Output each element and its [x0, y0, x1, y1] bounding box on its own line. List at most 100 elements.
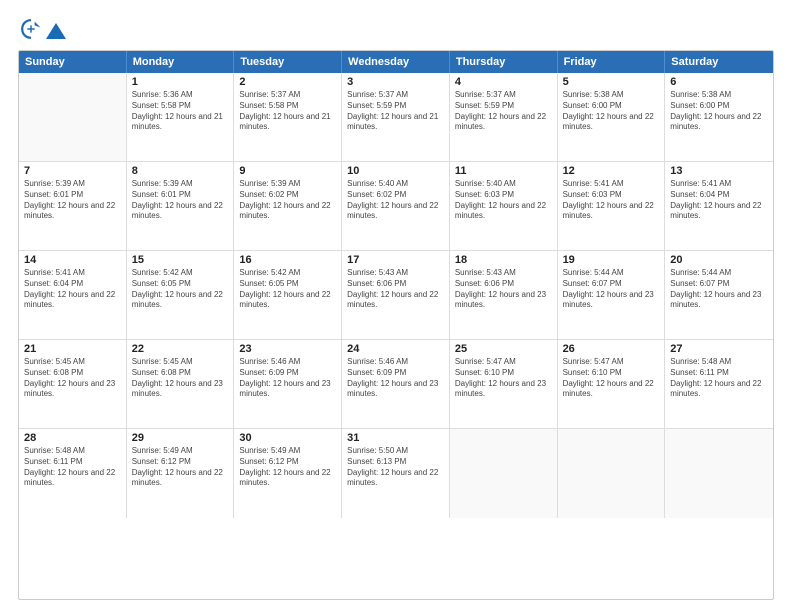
day-number: 19 — [563, 254, 660, 266]
day-number: 18 — [455, 254, 552, 266]
cell-info: Sunrise: 5:41 AMSunset: 6:04 PMDaylight:… — [670, 179, 768, 222]
calendar-cell: 3 Sunrise: 5:37 AMSunset: 5:59 PMDaylight… — [342, 73, 450, 161]
cell-info: Sunrise: 5:45 AMSunset: 6:08 PMDaylight:… — [132, 357, 229, 400]
logo-wordmark — [44, 20, 68, 38]
day-number: 11 — [455, 165, 552, 177]
cell-info: Sunrise: 5:37 AMSunset: 5:59 PMDaylight:… — [347, 90, 444, 133]
cell-info: Sunrise: 5:41 AMSunset: 6:04 PMDaylight:… — [24, 268, 121, 311]
cell-info: Sunrise: 5:37 AMSunset: 5:59 PMDaylight:… — [455, 90, 552, 133]
logo-triangle — [45, 20, 67, 42]
calendar-cell — [19, 73, 127, 161]
day-number: 1 — [132, 76, 229, 88]
calendar-cell: 31 Sunrise: 5:50 AMSunset: 6:13 PMDayligh… — [342, 429, 450, 518]
day-number: 26 — [563, 343, 660, 355]
header-day-sunday: Sunday — [19, 51, 127, 73]
calendar-header: SundayMondayTuesdayWednesdayThursdayFrid… — [19, 51, 773, 73]
day-number: 4 — [455, 76, 552, 88]
calendar-cell: 28Sunrise: 5:48 AMSunset: 6:11 PMDayligh… — [19, 429, 127, 518]
calendar-cell: 17Sunrise: 5:43 AMSunset: 6:06 PMDayligh… — [342, 251, 450, 339]
cell-info: Sunrise: 5:40 AMSunset: 6:03 PMDaylight:… — [455, 179, 552, 222]
calendar-cell: 25Sunrise: 5:47 AMSunset: 6:10 PMDayligh… — [450, 340, 558, 428]
cell-info: Sunrise: 5:39 AMSunset: 6:01 PMDaylight:… — [24, 179, 121, 222]
day-number: 2 — [239, 76, 336, 88]
header-day-thursday: Thursday — [450, 51, 558, 73]
calendar-cell: 1 Sunrise: 5:36 AMSunset: 5:58 PMDaylight… — [127, 73, 235, 161]
calendar-cell: 13Sunrise: 5:41 AMSunset: 6:04 PMDayligh… — [665, 162, 773, 250]
calendar-cell: 10Sunrise: 5:40 AMSunset: 6:02 PMDayligh… — [342, 162, 450, 250]
day-number: 29 — [132, 432, 229, 444]
calendar-cell: 9Sunrise: 5:39 AMSunset: 6:02 PMDaylight… — [234, 162, 342, 250]
cell-info: Sunrise: 5:45 AMSunset: 6:08 PMDaylight:… — [24, 357, 121, 400]
calendar-row-5: 28Sunrise: 5:48 AMSunset: 6:11 PMDayligh… — [19, 429, 773, 518]
calendar-cell: 16 Sunrise: 5:42 AMSunset: 6:05 PMDayligh… — [234, 251, 342, 339]
calendar-cell: 4 Sunrise: 5:37 AMSunset: 5:59 PMDaylight… — [450, 73, 558, 161]
day-number: 28 — [24, 432, 121, 444]
calendar-cell — [450, 429, 558, 518]
day-number: 16 — [239, 254, 336, 266]
cell-info: Sunrise: 5:43 AMSunset: 6:06 PMDaylight:… — [455, 268, 552, 311]
cell-info: Sunrise: 5:47 AMSunset: 6:10 PMDaylight:… — [455, 357, 552, 400]
calendar-cell: 8 Sunrise: 5:39 AMSunset: 6:01 PMDaylight… — [127, 162, 235, 250]
day-number: 7 — [24, 165, 121, 177]
day-number: 23 — [239, 343, 336, 355]
calendar-cell: 18 Sunrise: 5:43 AMSunset: 6:06 PMDayligh… — [450, 251, 558, 339]
logo — [18, 18, 68, 40]
cell-info: Sunrise: 5:42 AMSunset: 6:05 PMDaylight:… — [239, 268, 336, 311]
cell-info: Sunrise: 5:46 AMSunset: 6:09 PMDaylight:… — [347, 357, 444, 400]
calendar-body: 1 Sunrise: 5:36 AMSunset: 5:58 PMDaylight… — [19, 73, 773, 518]
calendar-cell — [558, 429, 666, 518]
day-number: 14 — [24, 254, 121, 266]
day-number: 15 — [132, 254, 229, 266]
cell-info: Sunrise: 5:49 AMSunset: 6:12 PMDaylight:… — [132, 446, 229, 489]
calendar-cell: 27Sunrise: 5:48 AMSunset: 6:11 PMDayligh… — [665, 340, 773, 428]
calendar-cell: 23 Sunrise: 5:46 AMSunset: 6:09 PMDayligh… — [234, 340, 342, 428]
calendar-row-2: 7 Sunrise: 5:39 AMSunset: 6:01 PMDaylight… — [19, 162, 773, 251]
header — [18, 18, 774, 40]
calendar: SundayMondayTuesdayWednesdayThursdayFrid… — [18, 50, 774, 600]
logo-icon — [20, 18, 42, 40]
cell-info: Sunrise: 5:50 AMSunset: 6:13 PMDaylight:… — [347, 446, 444, 489]
header-day-friday: Friday — [558, 51, 666, 73]
calendar-cell: 12 Sunrise: 5:41 AMSunset: 6:03 PMDayligh… — [558, 162, 666, 250]
day-number: 5 — [563, 76, 660, 88]
cell-info: Sunrise: 5:48 AMSunset: 6:11 PMDaylight:… — [670, 357, 768, 400]
cell-info: Sunrise: 5:39 AMSunset: 6:01 PMDaylight:… — [132, 179, 229, 222]
day-number: 31 — [347, 432, 444, 444]
calendar-cell: 24Sunrise: 5:46 AMSunset: 6:09 PMDayligh… — [342, 340, 450, 428]
day-number: 8 — [132, 165, 229, 177]
cell-info: Sunrise: 5:47 AMSunset: 6:10 PMDaylight:… — [563, 357, 660, 400]
calendar-cell: 6Sunrise: 5:38 AMSunset: 6:00 PMDaylight… — [665, 73, 773, 161]
cell-info: Sunrise: 5:43 AMSunset: 6:06 PMDaylight:… — [347, 268, 444, 311]
page: SundayMondayTuesdayWednesdayThursdayFrid… — [0, 0, 792, 612]
calendar-row-4: 21 Sunrise: 5:45 AMSunset: 6:08 PMDayligh… — [19, 340, 773, 429]
cell-info: Sunrise: 5:49 AMSunset: 6:12 PMDaylight:… — [239, 446, 336, 489]
cell-info: Sunrise: 5:46 AMSunset: 6:09 PMDaylight:… — [239, 357, 336, 400]
calendar-cell: 19 Sunrise: 5:44 AMSunset: 6:07 PMDayligh… — [558, 251, 666, 339]
day-number: 3 — [347, 76, 444, 88]
cell-info: Sunrise: 5:36 AMSunset: 5:58 PMDaylight:… — [132, 90, 229, 133]
header-day-wednesday: Wednesday — [342, 51, 450, 73]
header-day-tuesday: Tuesday — [234, 51, 342, 73]
calendar-cell: 26 Sunrise: 5:47 AMSunset: 6:10 PMDayligh… — [558, 340, 666, 428]
day-number: 12 — [563, 165, 660, 177]
cell-info: Sunrise: 5:39 AMSunset: 6:02 PMDaylight:… — [239, 179, 336, 222]
calendar-cell: 22 Sunrise: 5:45 AMSunset: 6:08 PMDayligh… — [127, 340, 235, 428]
calendar-cell: 15 Sunrise: 5:42 AMSunset: 6:05 PMDayligh… — [127, 251, 235, 339]
calendar-cell: 5Sunrise: 5:38 AMSunset: 6:00 PMDaylight… — [558, 73, 666, 161]
day-number: 22 — [132, 343, 229, 355]
header-day-saturday: Saturday — [665, 51, 773, 73]
cell-info: Sunrise: 5:37 AMSunset: 5:58 PMDaylight:… — [239, 90, 336, 133]
cell-info: Sunrise: 5:44 AMSunset: 6:07 PMDaylight:… — [563, 268, 660, 311]
cell-info: Sunrise: 5:40 AMSunset: 6:02 PMDaylight:… — [347, 179, 444, 222]
cell-info: Sunrise: 5:42 AMSunset: 6:05 PMDaylight:… — [132, 268, 229, 311]
day-number: 6 — [670, 76, 768, 88]
calendar-row-3: 14 Sunrise: 5:41 AMSunset: 6:04 PMDayligh… — [19, 251, 773, 340]
cell-info: Sunrise: 5:41 AMSunset: 6:03 PMDaylight:… — [563, 179, 660, 222]
day-number: 21 — [24, 343, 121, 355]
calendar-cell: 21 Sunrise: 5:45 AMSunset: 6:08 PMDayligh… — [19, 340, 127, 428]
calendar-cell: 30Sunrise: 5:49 AMSunset: 6:12 PMDayligh… — [234, 429, 342, 518]
calendar-cell: 20Sunrise: 5:44 AMSunset: 6:07 PMDayligh… — [665, 251, 773, 339]
cell-info: Sunrise: 5:44 AMSunset: 6:07 PMDaylight:… — [670, 268, 768, 311]
calendar-cell: 14 Sunrise: 5:41 AMSunset: 6:04 PMDayligh… — [19, 251, 127, 339]
calendar-cell: 2 Sunrise: 5:37 AMSunset: 5:58 PMDaylight… — [234, 73, 342, 161]
